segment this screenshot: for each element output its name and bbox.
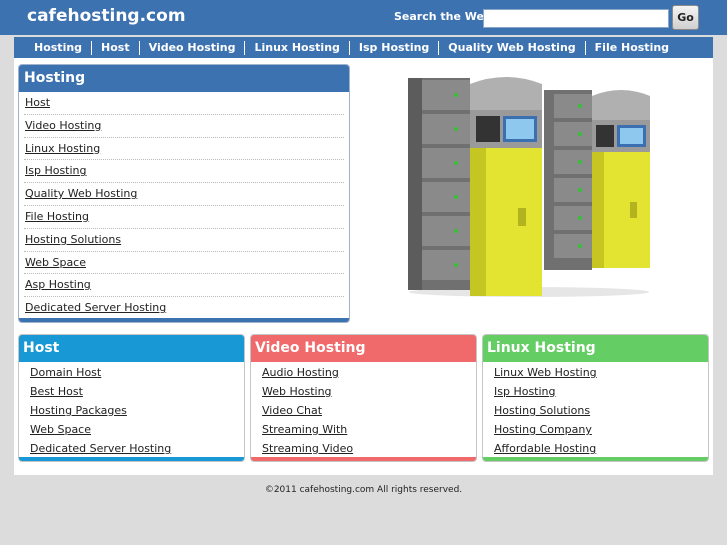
server-rack-illustration [408,77,650,297]
linux-hosting-link[interactable]: Hosting Solutions [494,404,590,417]
top-nav: Hosting Host Video Hosting Linux Hosting… [14,37,713,58]
video-hosting-link[interactable]: Streaming With [262,423,347,436]
linux-hosting-box-title: Linux Hosting [483,335,708,362]
list-item: Host [24,92,344,115]
list-item: Video Hosting [24,115,344,138]
list-item: Dedicated Server Hosting [24,297,344,320]
video-hosting-links-box: Video Hosting Audio Hosting Web Hosting … [250,334,477,462]
hosting-link[interactable]: Host [25,96,50,109]
search-input[interactable] [483,9,669,28]
go-button[interactable]: Go [672,5,699,30]
host-link[interactable]: Dedicated Server Hosting [30,442,171,455]
host-box-bottom-bar [19,457,244,461]
list-item: Hosting Solutions [494,402,708,421]
site-title[interactable]: cafehosting.com [27,6,186,26]
hosting-link[interactable]: Dedicated Server Hosting [25,301,166,314]
hosting-box-bottom-bar [19,318,349,322]
hosting-link[interactable]: Video Hosting [25,119,101,132]
host-link-list: Domain Host Best Host Hosting Packages W… [19,362,244,459]
video-hosting-box-bottom-bar [251,457,476,461]
video-hosting-link[interactable]: Streaming Video [262,442,353,455]
hosting-link[interactable]: Hosting Solutions [25,233,121,246]
nav-item-video-hosting[interactable]: Video Hosting [140,40,246,55]
search-label: Search the Web: [394,10,497,23]
host-link[interactable]: Best Host [30,385,83,398]
host-links-box: Host Domain Host Best Host Hosting Packa… [18,334,245,462]
linux-hosting-link[interactable]: Linux Web Hosting [494,366,597,379]
video-hosting-link[interactable]: Video Chat [262,404,322,417]
linux-hosting-link[interactable]: Isp Hosting [494,385,556,398]
host-link[interactable]: Hosting Packages [30,404,127,417]
linux-hosting-link[interactable]: Hosting Company [494,423,592,436]
video-hosting-link-list: Audio Hosting Web Hosting Video Chat Str… [251,362,476,459]
list-item: Web Space [24,252,344,275]
linux-hosting-box-bottom-bar [483,457,708,461]
nav-item-linux-hosting[interactable]: Linux Hosting [245,40,350,55]
list-item: Hosting Company [494,421,708,440]
video-hosting-box-title: Video Hosting [251,335,476,362]
host-box-title: Host [19,335,244,362]
list-item: Video Chat [262,402,476,421]
nav-item-file-hosting[interactable]: File Hosting [586,41,678,55]
video-hosting-link[interactable]: Web Hosting [262,385,332,398]
list-item: Asp Hosting [24,274,344,298]
list-item: Domain Host [30,364,244,383]
nav-item-hosting[interactable]: Hosting [25,40,93,55]
list-item: Web Hosting [262,383,476,402]
hosting-link-list: Host Video Hosting Linux Hosting Isp Hos… [19,92,349,320]
nav-item-isp-hosting[interactable]: Isp Hosting [350,40,440,55]
hosting-links-box: Hosting Host Video Hosting Linux Hosting… [18,64,350,323]
list-item: Quality Web Hosting [24,183,344,206]
hosting-link[interactable]: Asp Hosting [25,278,91,291]
host-link[interactable]: Domain Host [30,366,101,379]
list-item: Best Host [30,383,244,402]
video-hosting-link[interactable]: Audio Hosting [262,366,339,379]
list-item: Isp Hosting [24,160,344,184]
nav-item-host[interactable]: Host [92,40,140,55]
linux-hosting-link-list: Linux Web Hosting Isp Hosting Hosting So… [483,362,708,459]
list-item: Streaming With [262,421,476,440]
linux-hosting-links-box: Linux Hosting Linux Web Hosting Isp Host… [482,334,709,462]
hosting-link[interactable]: Quality Web Hosting [25,187,137,200]
hosting-box-title: Hosting [19,65,349,92]
list-item: Hosting Solutions [24,229,344,252]
list-item: Isp Hosting [494,383,708,402]
hosting-link[interactable]: File Hosting [25,210,89,223]
list-item: File Hosting [24,206,344,229]
list-item: Hosting Packages [30,402,244,421]
nav-item-quality-web-hosting[interactable]: Quality Web Hosting [439,40,586,55]
linux-hosting-link[interactable]: Affordable Hosting [494,442,596,455]
list-item: Linux Hosting [24,138,344,161]
list-item: Linux Web Hosting [494,364,708,383]
hosting-link[interactable]: Web Space [25,256,86,269]
list-item: Web Space [30,421,244,440]
hosting-link[interactable]: Linux Hosting [25,142,100,155]
site-header: cafehosting.com Search the Web: Go [0,0,727,35]
footer-copyright: ©2011 cafehosting.com All rights reserve… [264,485,463,495]
host-link[interactable]: Web Space [30,423,91,436]
hosting-link[interactable]: Isp Hosting [25,164,87,177]
list-item: Audio Hosting [262,364,476,383]
